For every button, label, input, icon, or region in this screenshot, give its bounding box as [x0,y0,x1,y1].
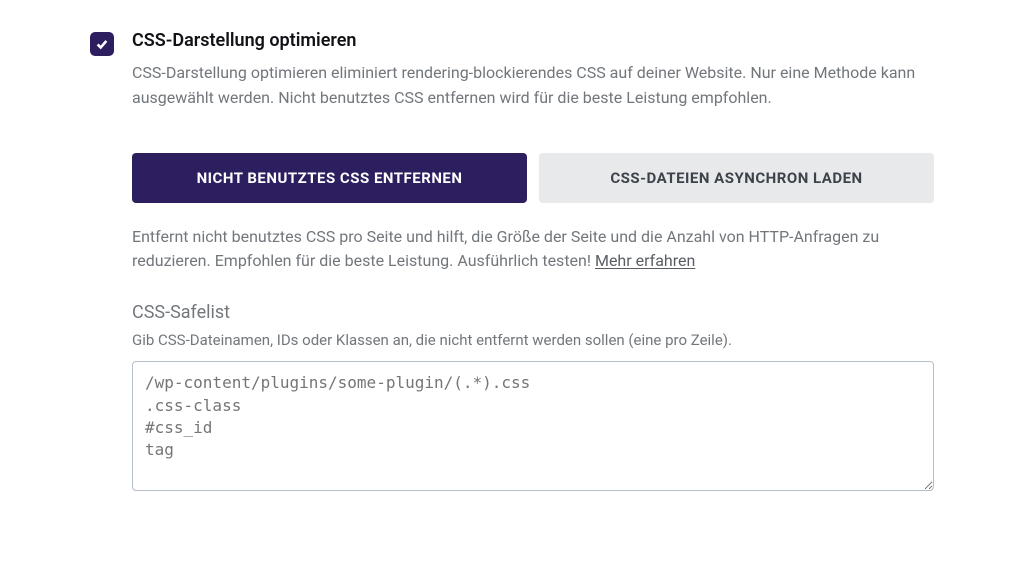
css-safelist-input[interactable] [132,361,934,491]
setting-title: CSS-Darstellung optimieren [132,30,934,51]
tab-remove-unused-css[interactable]: NICHT BENUTZTES CSS ENTFERNEN [132,153,527,203]
setting-description: CSS-Darstellung optimieren eliminiert re… [132,61,934,111]
css-method-tabs: NICHT BENUTZTES CSS ENTFERNEN CSS-DATEIE… [132,153,934,203]
tab-description-text: Entfernt nicht benutztes CSS pro Seite u… [132,227,879,271]
learn-more-link[interactable]: Mehr erfahren [595,251,695,270]
setting-body: CSS-Darstellung optimieren CSS-Darstellu… [132,30,934,495]
optimize-css-setting: CSS-Darstellung optimieren CSS-Darstellu… [90,30,934,495]
check-icon [95,37,109,51]
tab-load-css-async[interactable]: CSS-DATEIEN ASYNCHRON LADEN [539,153,934,203]
tab-description: Entfernt nicht benutztes CSS pro Seite u… [132,225,934,275]
optimize-css-checkbox[interactable] [90,32,114,56]
css-safelist-label: CSS-Safelist [132,302,934,323]
css-safelist-hint: Gib CSS-Dateinamen, IDs oder Klassen an,… [132,331,934,349]
